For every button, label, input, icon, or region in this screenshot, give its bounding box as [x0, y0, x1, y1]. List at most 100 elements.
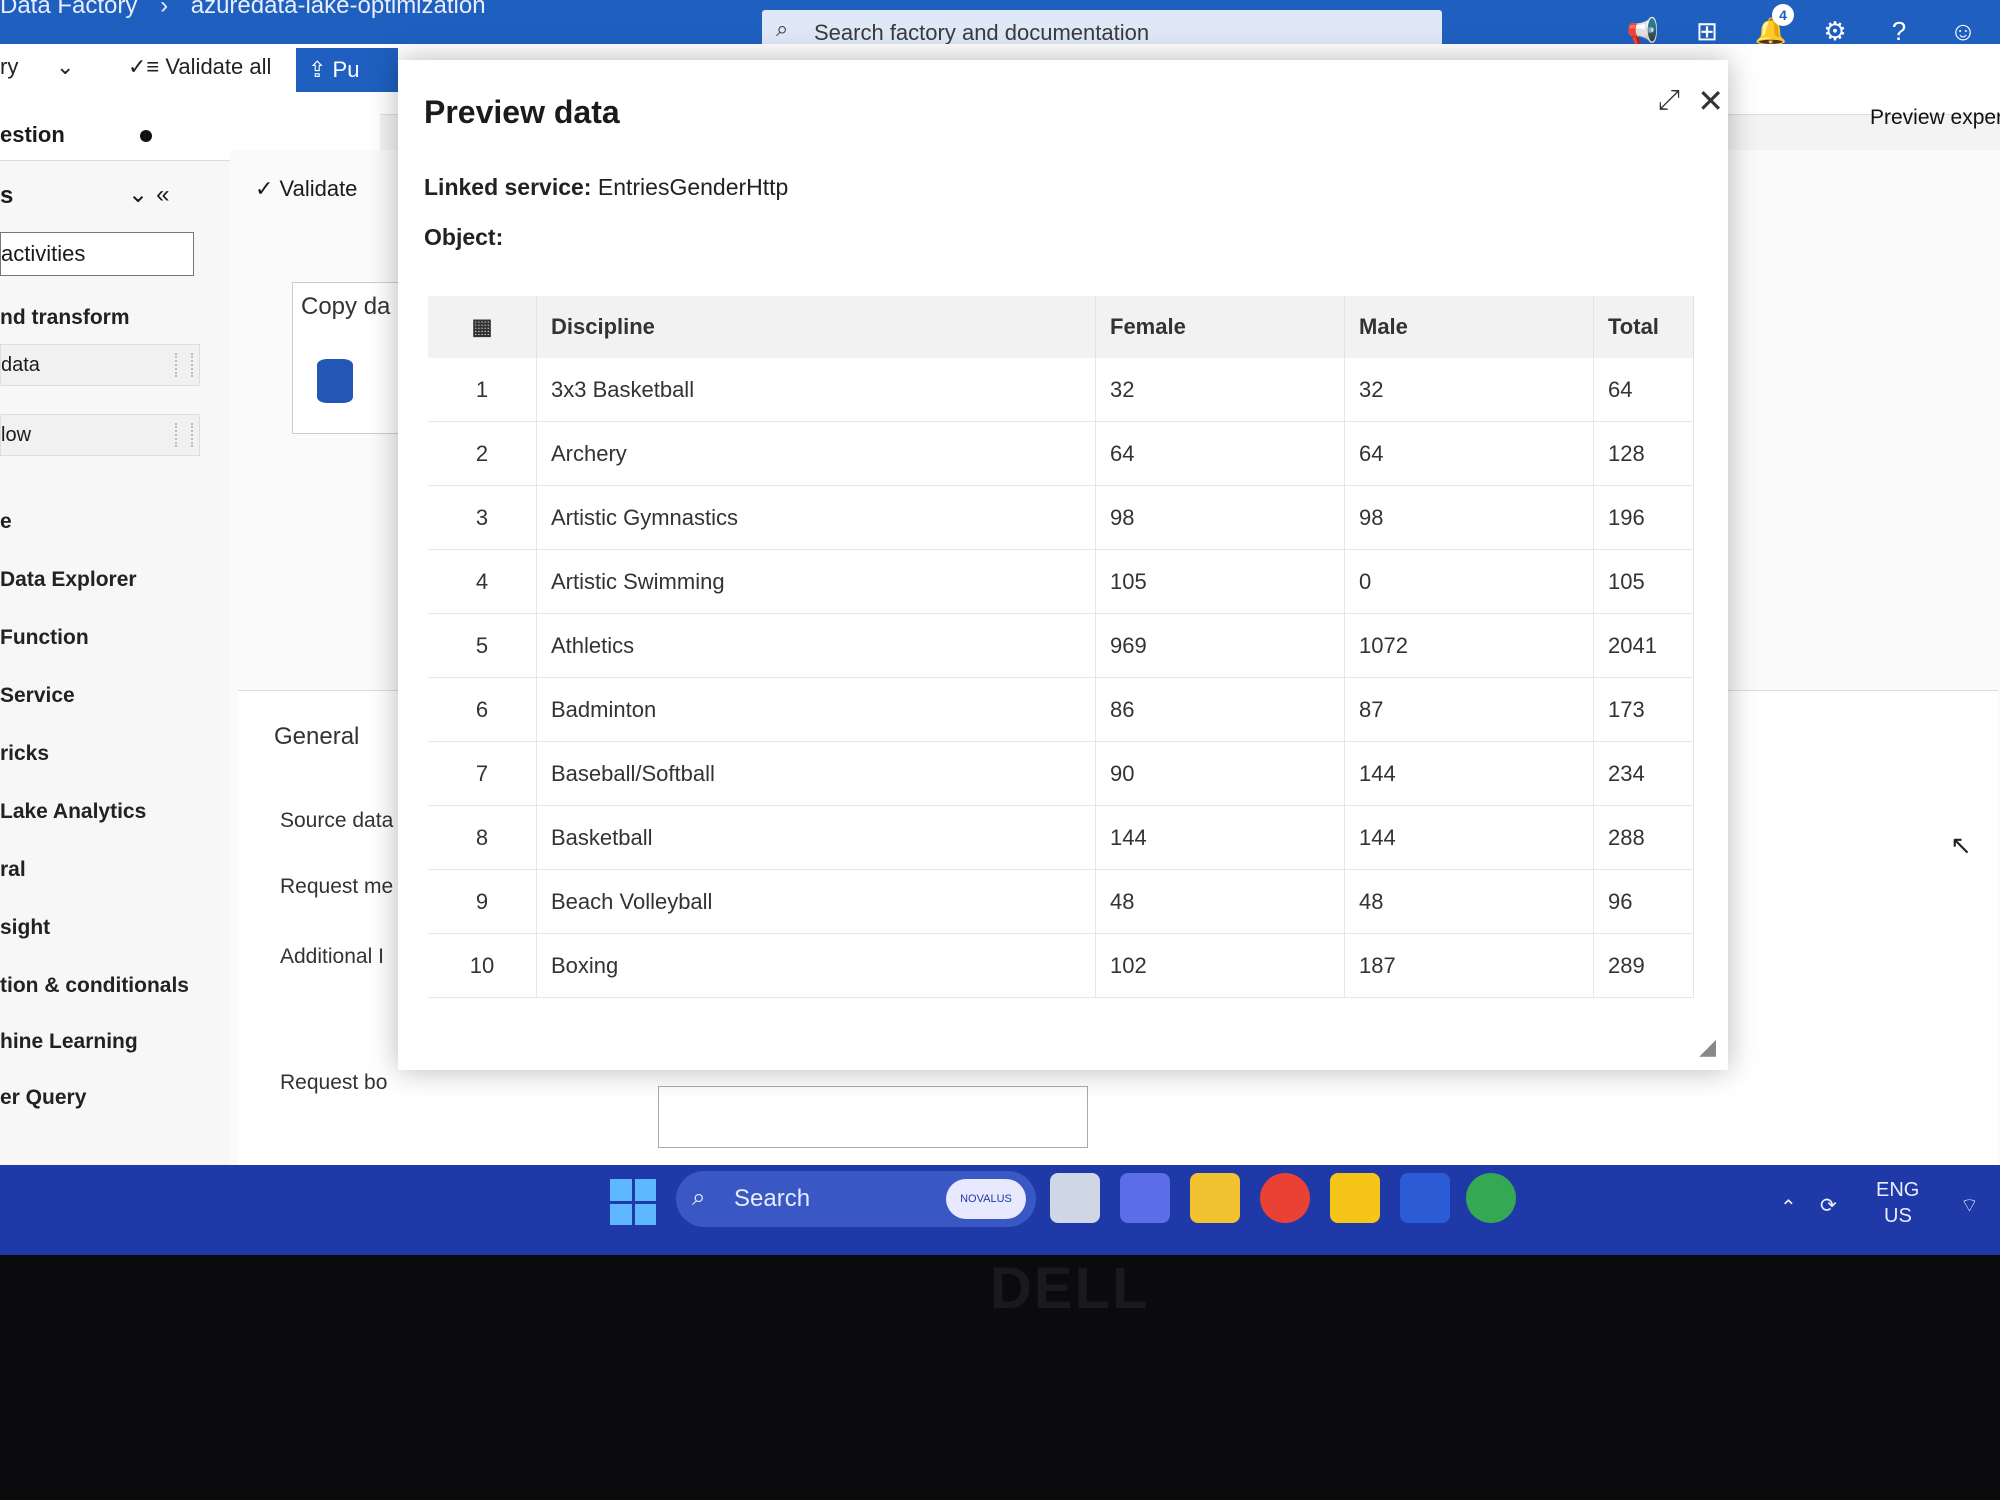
category-item[interactable]: e — [0, 510, 12, 534]
chevron-up-icon[interactable]: ⌃ — [1780, 1195, 1797, 1220]
cell-female: 969 — [1095, 613, 1345, 678]
validate-button[interactable]: ✓ Validate — [255, 176, 357, 202]
table-row: 7 Baseball/Softball 90 144 234 — [428, 741, 1694, 806]
cell-male: 32 — [1344, 358, 1594, 422]
task-view-icon[interactable] — [1050, 1173, 1100, 1223]
wifi-icon[interactable]: ⌔ — [1960, 1193, 1979, 1218]
table-row: 4 Artistic Swimming 105 0 105 — [428, 549, 1694, 614]
category-move-transform[interactable]: nd transform — [0, 306, 130, 330]
sync-icon[interactable]: ⟳ — [1820, 1193, 1837, 1218]
taskbar-search-label: Search — [734, 1185, 811, 1212]
row-index: 5 — [428, 613, 537, 678]
tab-general[interactable]: General — [274, 723, 359, 751]
column-header[interactable]: Female — [1095, 296, 1345, 358]
chevron-down-icon[interactable]: ⌄ — [56, 54, 74, 80]
row-index: 2 — [428, 421, 537, 486]
taskbar-search[interactable]: ⌕ Search NOVALUS — [676, 1171, 1036, 1227]
collapse-panel-icon[interactable]: « — [156, 181, 177, 208]
search-highlight-badge: NOVALUS — [946, 1179, 1026, 1219]
cell-total: 234 — [1593, 741, 1694, 806]
megaphone-icon[interactable]: 📢 — [1626, 14, 1660, 48]
category-power-query[interactable]: er Query — [0, 1086, 86, 1110]
expand-icon[interactable]: ⤢ — [1658, 84, 1680, 117]
activity-label: low — [1, 424, 32, 446]
category-hdinsight[interactable]: sight — [0, 916, 50, 940]
cell-male: 144 — [1344, 741, 1594, 806]
preview-experience-toggle[interactable]: Preview experi — [1870, 106, 2000, 130]
file-explorer-icon[interactable] — [1190, 1173, 1240, 1223]
cell-discipline: Baseball/Softball — [536, 741, 1096, 806]
close-icon[interactable]: ✕ — [1697, 82, 1724, 120]
chrome-profile-icon[interactable] — [1466, 1173, 1516, 1223]
category-machine-learning[interactable]: hine Learning — [0, 1030, 138, 1054]
linked-service-value: EntriesGenderHttp — [597, 174, 789, 200]
bell-icon[interactable]: 🔔 4 — [1754, 4, 1794, 48]
category-iteration-conditionals[interactable]: tion & conditionals — [0, 974, 189, 998]
request-body-textarea[interactable] — [658, 1086, 1088, 1148]
drag-handle-icon[interactable] — [175, 423, 193, 447]
chevron-right-icon: › — [160, 0, 169, 19]
help-icon[interactable]: ? — [1882, 14, 1916, 48]
activities-search-input[interactable]: activities — [0, 232, 194, 276]
cell-female: 105 — [1095, 549, 1345, 614]
switch-directory-icon[interactable]: ⊞ — [1690, 14, 1724, 48]
validate-all-button[interactable]: ✓≡ Validate all — [128, 54, 271, 80]
cell-male: 187 — [1344, 933, 1594, 998]
activity-copy-data[interactable]: data — [0, 344, 200, 386]
cell-female: 90 — [1095, 741, 1345, 806]
cell-female: 98 — [1095, 485, 1345, 550]
category-databricks[interactable]: ricks — [0, 742, 49, 766]
windows-start-icon[interactable] — [610, 1179, 656, 1225]
table-row: 3 Artistic Gymnastics 98 98 196 — [428, 485, 1694, 550]
word-icon[interactable] — [1400, 1173, 1450, 1223]
language-line-2[interactable]: US — [1884, 1205, 1912, 1228]
publish-button[interactable]: ⇪ Pu — [296, 48, 398, 92]
gear-icon[interactable]: ⚙ — [1818, 14, 1852, 48]
cell-male: 87 — [1344, 677, 1594, 742]
teams-icon[interactable] — [1120, 1173, 1170, 1223]
object-line: Object: — [424, 224, 503, 251]
cell-female: 32 — [1095, 358, 1345, 422]
resize-grip-icon[interactable]: ◢ — [1699, 1034, 1716, 1060]
column-header[interactable]: Discipline — [536, 296, 1096, 358]
drag-handle-icon[interactable] — [175, 353, 193, 377]
unsaved-dot-icon — [140, 130, 152, 142]
row-index: 9 — [428, 869, 537, 934]
cell-male: 48 — [1344, 869, 1594, 934]
cell-female: 102 — [1095, 933, 1345, 998]
feedback-icon[interactable]: ☺ — [1946, 14, 1980, 48]
category-general[interactable]: ral — [0, 858, 26, 882]
toolbar-fragment[interactable]: ry — [0, 54, 18, 80]
table-row: 5 Athletics 969 1072 2041 — [428, 613, 1694, 678]
search-icon: ⌕ — [776, 16, 789, 41]
table-row: 8 Basketball 144 144 288 — [428, 805, 1694, 870]
category-data-explorer[interactable]: Data Explorer — [0, 568, 137, 592]
cell-discipline: Beach Volleyball — [536, 869, 1096, 934]
breadcrumb-app[interactable]: Data Factory — [0, 0, 137, 19]
table-row: 6 Badminton 86 87 173 — [428, 677, 1694, 742]
category-function[interactable]: Function — [0, 626, 89, 650]
cell-total: 128 — [1593, 421, 1694, 486]
category-lake-analytics[interactable]: Lake Analytics — [0, 800, 146, 824]
category-service[interactable]: Service — [0, 684, 75, 708]
chrome-icon[interactable] — [1260, 1173, 1310, 1223]
cell-total: 105 — [1593, 549, 1694, 614]
column-header[interactable]: Male — [1344, 296, 1594, 358]
check-icon: ✓ — [255, 176, 280, 201]
activity-card-title: Copy da — [301, 293, 391, 320]
cell-female: 86 — [1095, 677, 1345, 742]
cell-male: 98 — [1344, 485, 1594, 550]
linked-service-line: Linked service: EntriesGenderHttp — [424, 174, 788, 201]
activities-panel: estion s ⌄« activities nd transform data… — [0, 110, 380, 1170]
checklist-icon: ✓≡ — [128, 54, 166, 79]
collapse-icons[interactable]: ⌄« — [128, 180, 177, 209]
column-header[interactable]: Total — [1593, 296, 1694, 358]
activity-data-flow[interactable]: low — [0, 414, 200, 456]
breadcrumb-factory[interactable]: azuredata-lake-optimization — [191, 0, 486, 19]
table-row: 9 Beach Volleyball 48 48 96 — [428, 869, 1694, 934]
sticky-notes-icon[interactable] — [1330, 1173, 1380, 1223]
language-line-1[interactable]: ENG — [1876, 1179, 1919, 1202]
table-row: 10 Boxing 102 187 289 — [428, 933, 1694, 998]
collapse-all-icon[interactable]: ⌄ — [128, 181, 156, 208]
cell-discipline: 3x3 Basketball — [536, 358, 1096, 422]
